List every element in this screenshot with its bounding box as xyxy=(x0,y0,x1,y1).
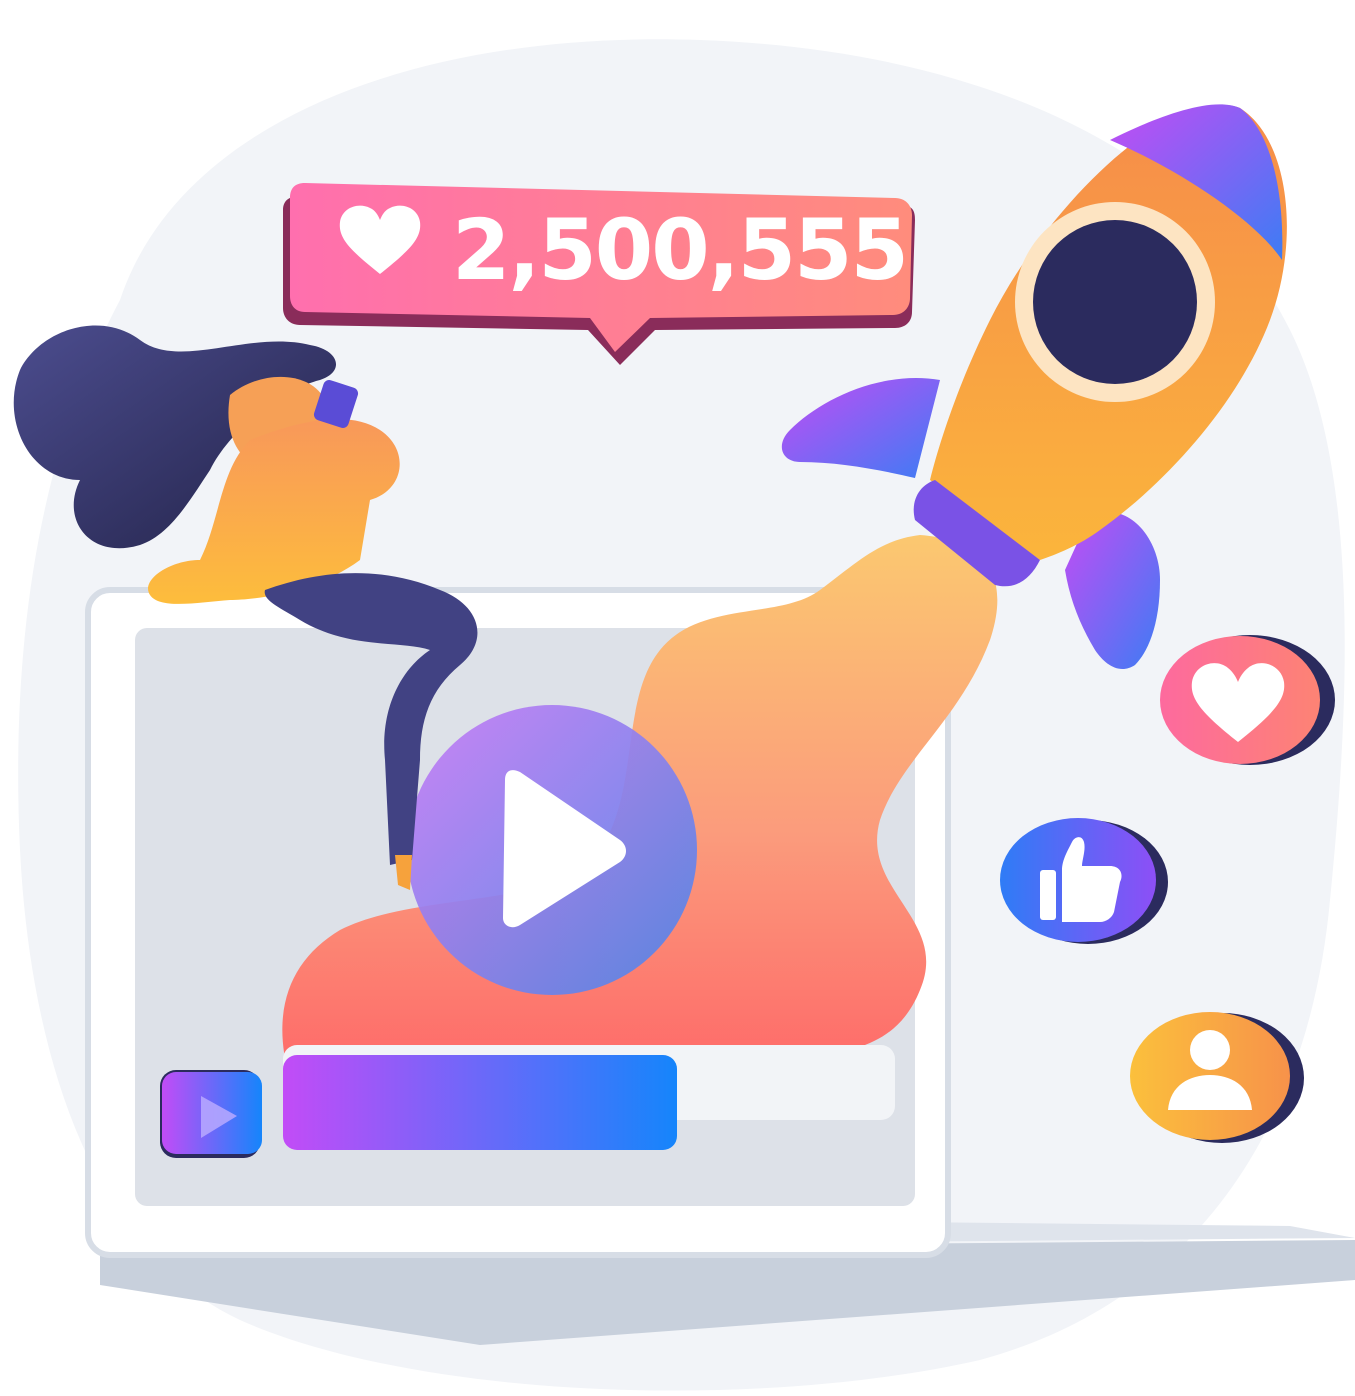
rocket-window xyxy=(1033,220,1197,384)
heart-badge xyxy=(1160,635,1335,765)
thumbs-up-badge xyxy=(1000,818,1168,944)
small-play-button[interactable] xyxy=(160,1070,262,1158)
like-count: 2,500,555 xyxy=(452,201,909,299)
main-play-button[interactable] xyxy=(407,705,697,995)
progress-fill xyxy=(283,1055,677,1150)
